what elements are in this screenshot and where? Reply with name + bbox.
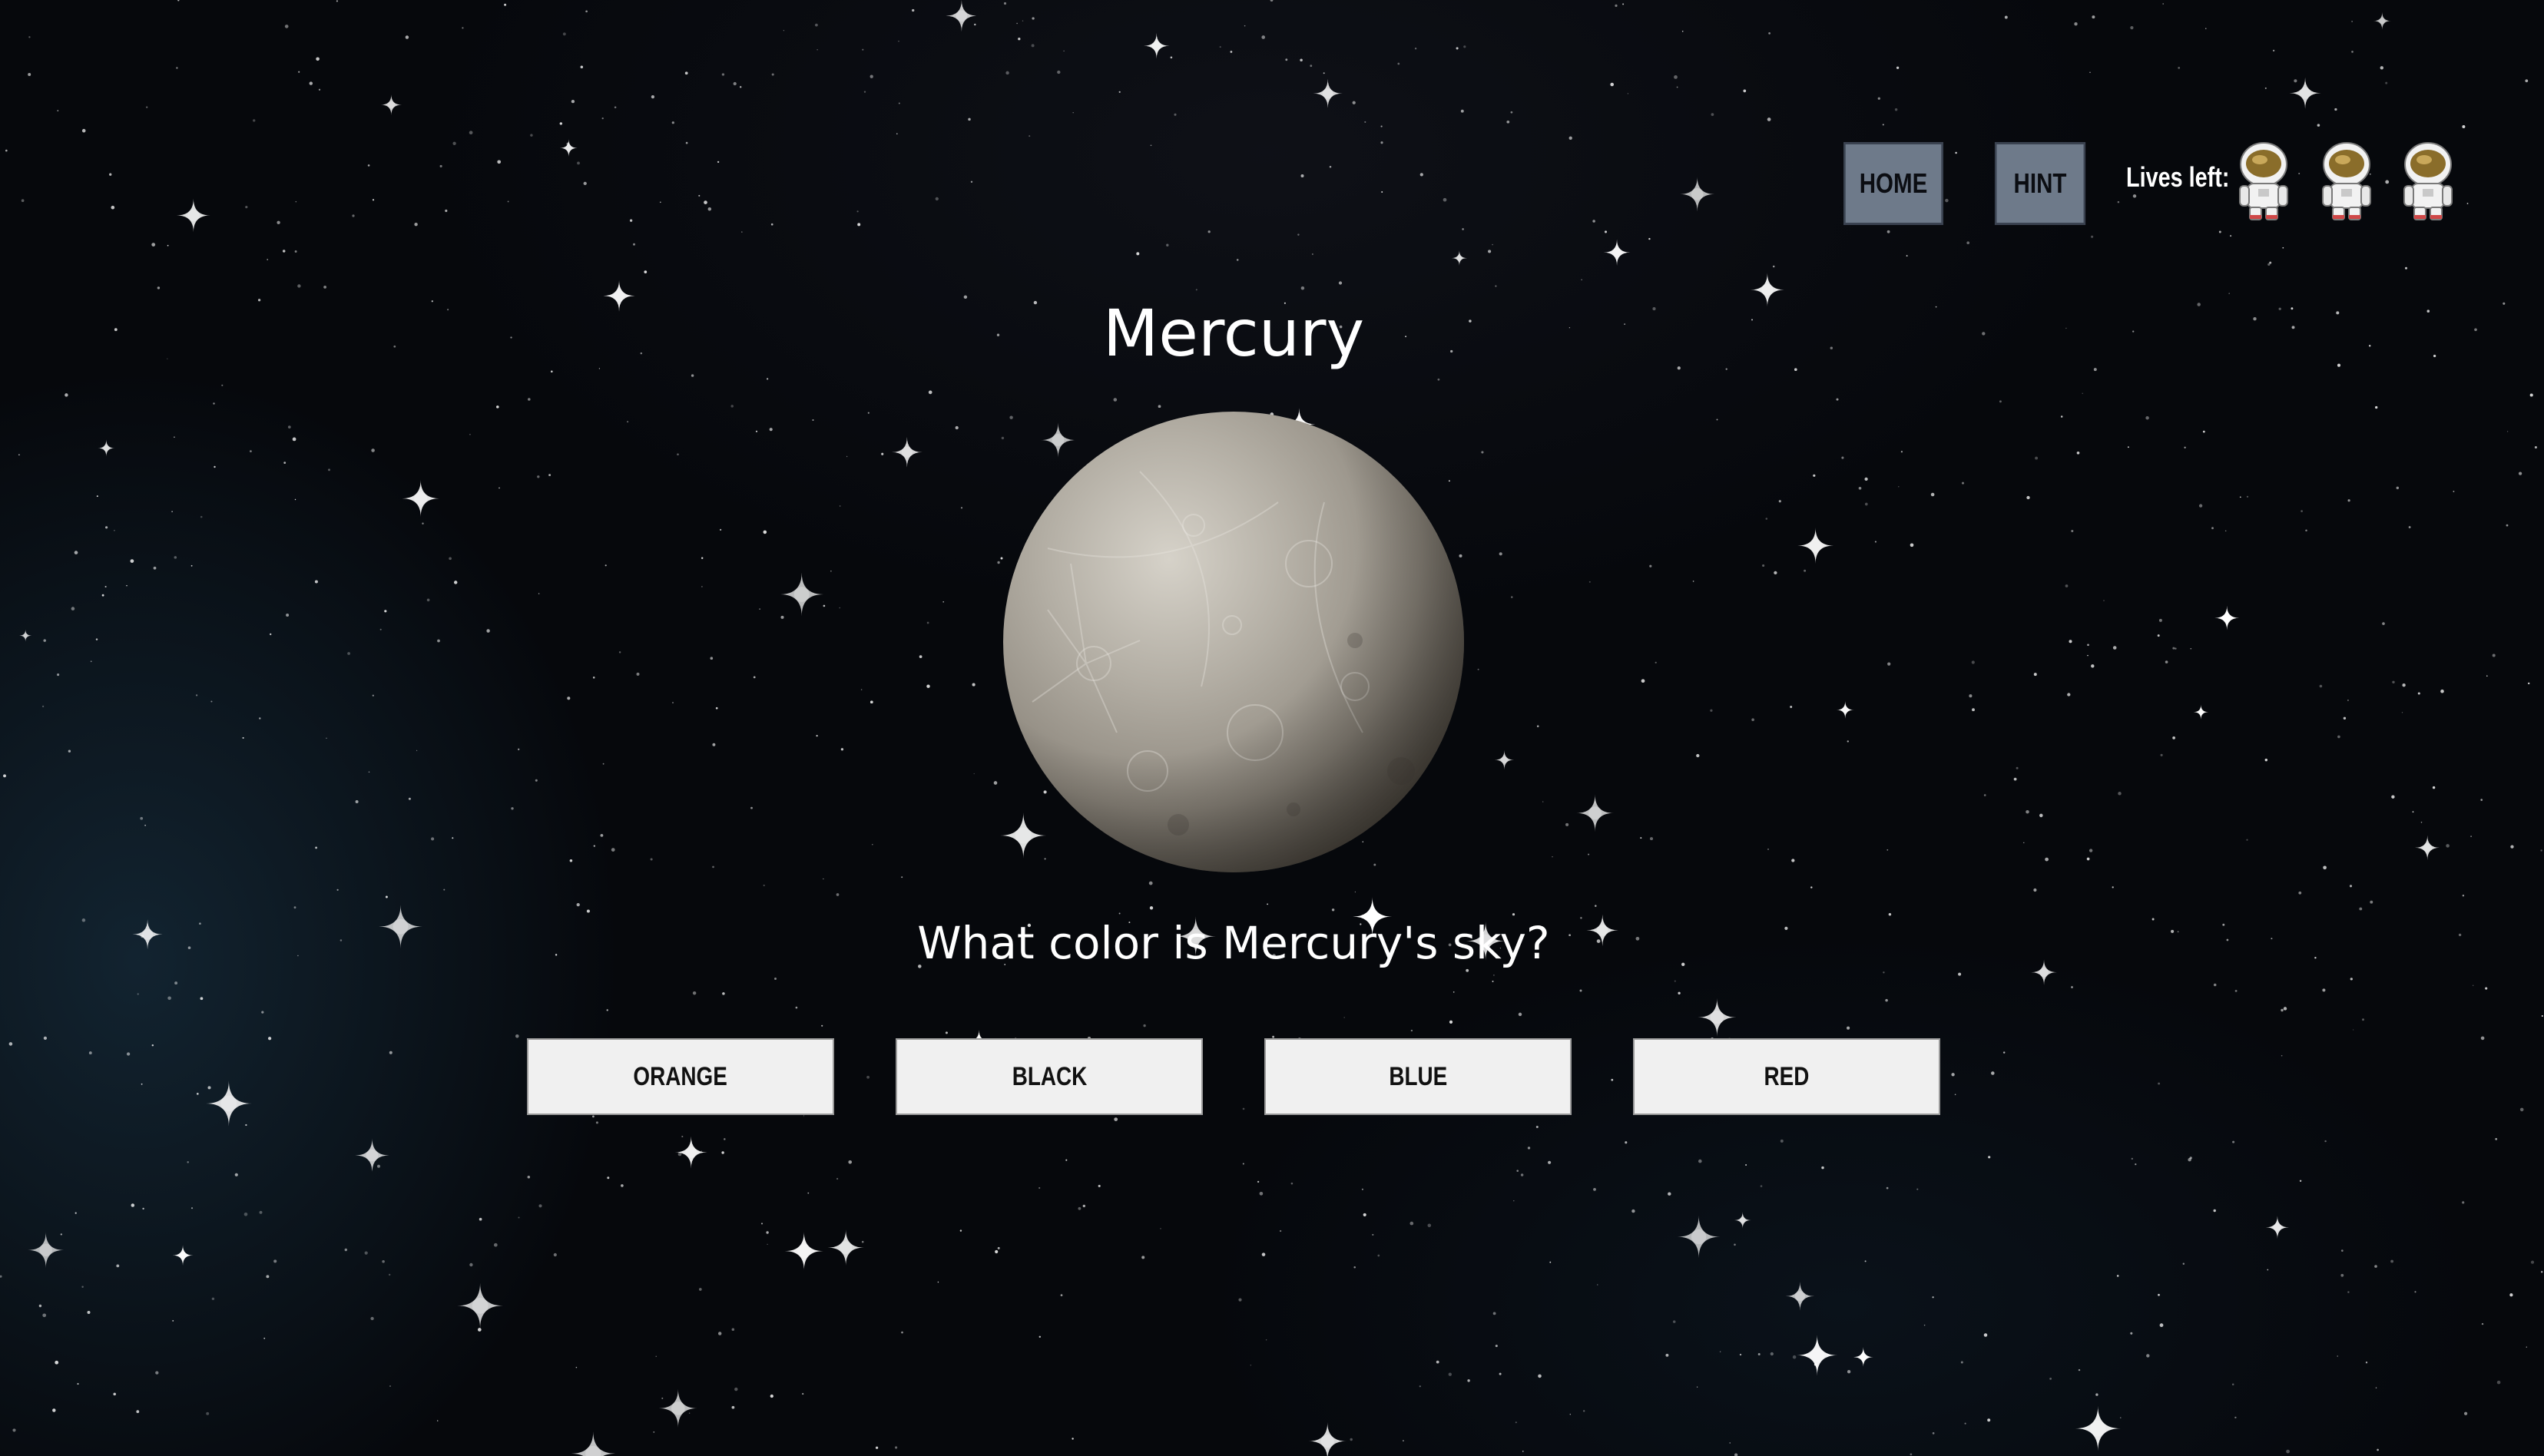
answer-label: BLACK: [1012, 1061, 1087, 1091]
hint-button[interactable]: HINT: [1994, 142, 2086, 225]
answer-label: RED: [1764, 1061, 1810, 1091]
answer-button-black[interactable]: BLACK: [896, 1038, 1203, 1115]
mercury-planet-image: [1003, 412, 1464, 872]
answer-label: ORANGE: [633, 1061, 728, 1091]
astronaut-icon: [2403, 142, 2453, 220]
astronaut-icon: [2239, 142, 2288, 220]
answer-button-red[interactable]: RED: [1633, 1038, 1940, 1115]
lives-left-label: Lives left:: [2126, 161, 2230, 193]
astronaut-icon: [2322, 142, 2371, 220]
planet-title: Mercury: [1102, 296, 1365, 371]
answer-label: BLUE: [1389, 1061, 1447, 1091]
question-text: What color is Mercury's sky?: [917, 917, 1550, 969]
answer-button-orange[interactable]: ORANGE: [527, 1038, 834, 1115]
answer-button-blue[interactable]: BLUE: [1264, 1038, 1572, 1115]
home-button[interactable]: HOME: [1843, 142, 1943, 225]
